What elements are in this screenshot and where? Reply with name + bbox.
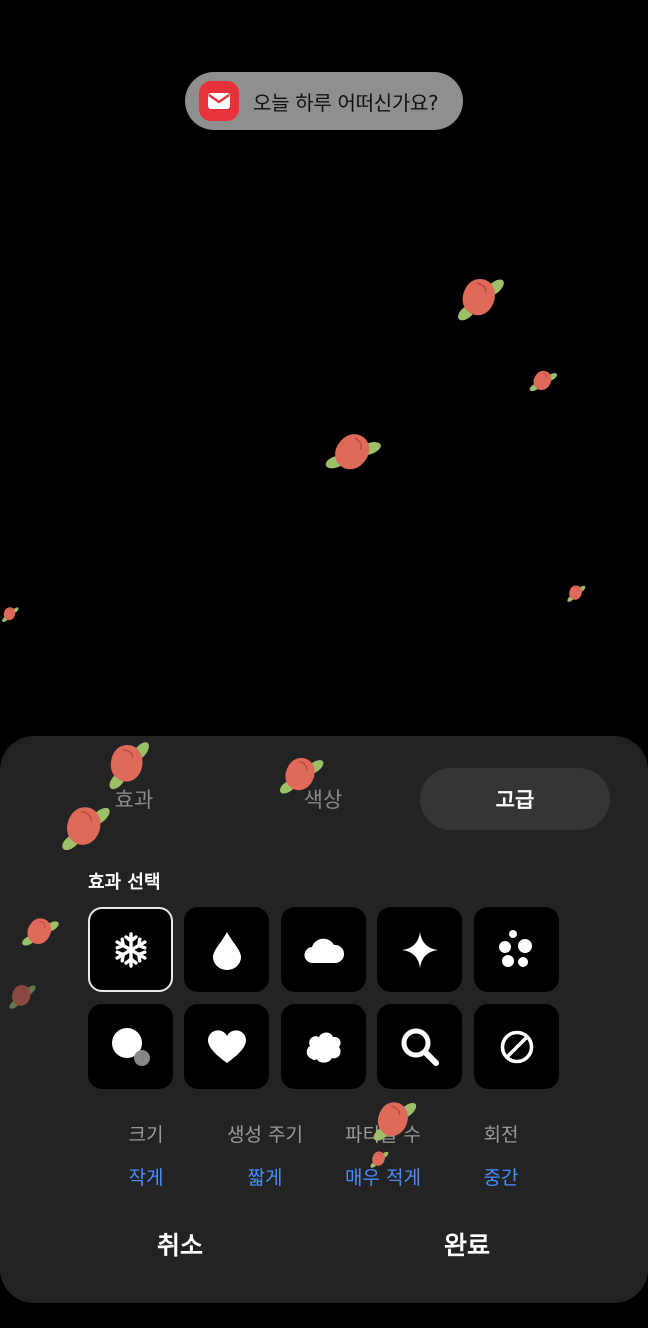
effect-blob-button[interactable] (281, 1004, 366, 1089)
option-size-value[interactable]: 작게 (87, 1163, 205, 1190)
flower-petal-particle (17, 909, 63, 955)
bubbles-icon (498, 929, 532, 967)
effect-drop-button[interactable] (184, 907, 269, 992)
flower-petal-particle (274, 748, 328, 802)
effect-none-button[interactable] (474, 1004, 559, 1089)
flower-petal-particle (526, 364, 561, 399)
flower-petal-particle (452, 270, 508, 326)
toast-notification[interactable]: 오늘 하루 어떠신가요? (185, 72, 463, 130)
effect-bubbles-button[interactable] (474, 907, 559, 992)
none-icon (500, 1030, 533, 1063)
option-frequency[interactable]: 생성 주기 짧게 (206, 1120, 324, 1190)
effect-snowflake-button[interactable] (88, 907, 173, 992)
circles-icon (111, 1027, 150, 1066)
flower-petal-particle (56, 798, 114, 856)
option-frequency-label: 생성 주기 (227, 1124, 303, 1146)
option-size[interactable]: 크기 작게 (87, 1120, 205, 1190)
section-title: 효과 선택 (88, 872, 161, 893)
effect-sparkle-button[interactable] (377, 907, 462, 992)
snowflake-icon (114, 931, 147, 968)
drop-icon (212, 931, 241, 970)
effect-cloud-button[interactable] (281, 907, 366, 992)
effect-circles-button[interactable] (88, 1004, 173, 1089)
effect-heart-button[interactable] (184, 1004, 269, 1089)
flower-petal-particle (96, 732, 161, 797)
option-rotation-label: 회전 (483, 1124, 519, 1146)
flower-petal-particle (565, 582, 587, 604)
flower-petal-particle (6, 980, 38, 1012)
flower-petal-particle (368, 1094, 420, 1146)
option-size-label: 크기 (128, 1124, 164, 1146)
magnifier-icon (401, 1028, 439, 1066)
effect-magnifier-button[interactable] (377, 1004, 462, 1089)
cancel-button[interactable]: 취소 (80, 1224, 280, 1264)
done-button[interactable]: 완료 (367, 1224, 567, 1264)
flower-petal-particle (0, 604, 20, 624)
tab-advanced[interactable]: 고급 (420, 768, 610, 830)
flower-petal-particle (317, 417, 389, 489)
option-frequency-value[interactable]: 짧게 (206, 1163, 324, 1190)
flower-petal-particle (368, 1148, 390, 1170)
heart-icon (207, 1029, 246, 1063)
mail-icon (199, 81, 239, 121)
blob-icon (306, 1032, 341, 1063)
cloud-icon (303, 938, 344, 963)
toast-text: 오늘 하루 어떠신가요? (253, 90, 439, 115)
sparkle-icon (401, 931, 438, 968)
option-rotation[interactable]: 회전 중간 (442, 1120, 560, 1190)
option-rotation-value[interactable]: 중간 (442, 1163, 560, 1190)
